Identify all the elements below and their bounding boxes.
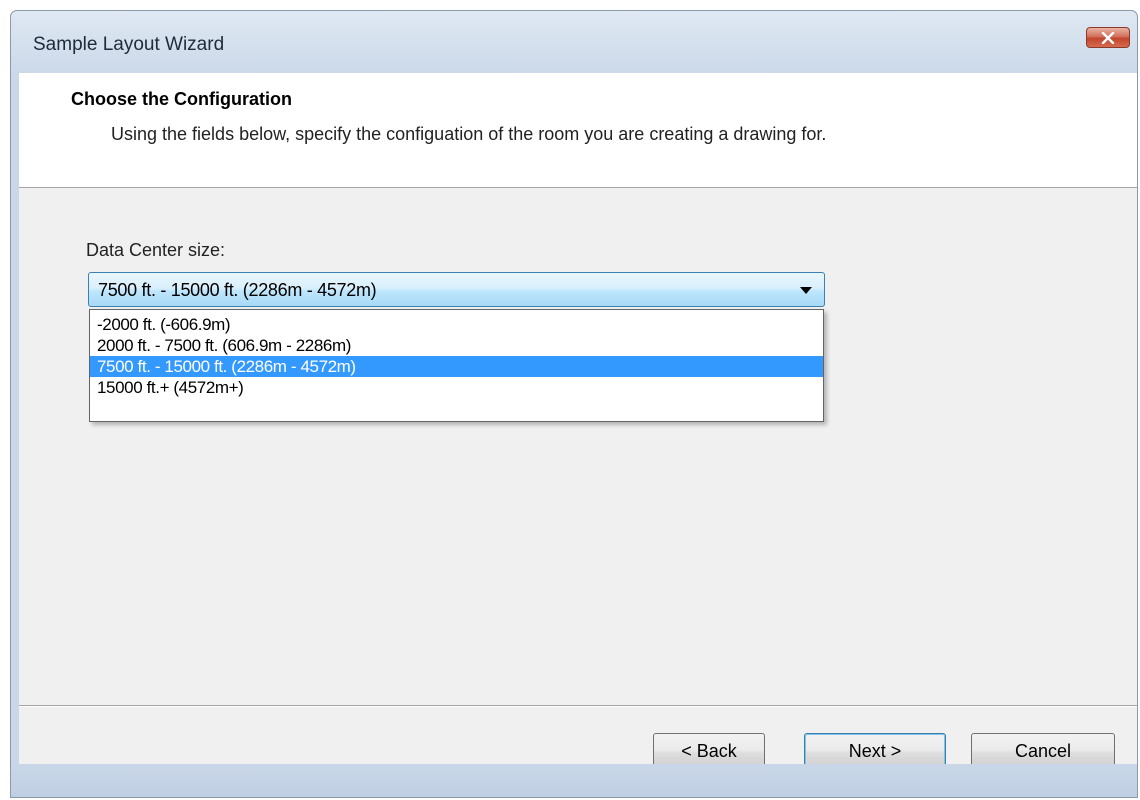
page-description: Using the fields below, specify the conf…	[111, 124, 827, 144]
window-title: Sample Layout Wizard	[33, 34, 225, 55]
data-center-size-label: Data Center size:	[86, 240, 226, 260]
select-value: 7500 ft. - 15000 ft. (2286m - 4572m)	[98, 280, 377, 300]
window-frame-bottom	[11, 764, 1137, 797]
dropdown-option[interactable]: -2000 ft. (-606.9m)	[90, 314, 823, 335]
dropdown-option[interactable]: 15000 ft.+ (4572m+)	[90, 377, 823, 398]
footer-divider	[19, 705, 1137, 706]
wizard-window: Sample Layout Wizard Choose the Configur…	[10, 10, 1138, 798]
dropdown-list: -2000 ft. (-606.9m) 2000 ft. - 7500 ft. …	[89, 309, 824, 422]
data-center-size-select[interactable]: 7500 ft. - 15000 ft. (2286m - 4572m)	[88, 272, 825, 307]
title-bar[interactable]: Sample Layout Wizard	[11, 11, 1137, 73]
chevron-down-icon[interactable]	[800, 287, 812, 294]
page-title: Choose the Configuration	[71, 89, 292, 109]
close-icon	[1101, 31, 1115, 44]
wizard-footer: < Back Next > Cancel	[19, 707, 1137, 770]
wizard-header: Choose the Configuration Using the field…	[19, 73, 1137, 187]
wizard-body: Data Center size: 7500 ft. - 15000 ft. (…	[19, 188, 1137, 764]
dropdown-option[interactable]: 2000 ft. - 7500 ft. (606.9m - 2286m)	[90, 335, 823, 356]
close-button[interactable]	[1086, 27, 1130, 48]
dropdown-option-selected[interactable]: 7500 ft. - 15000 ft. (2286m - 4572m)	[90, 356, 823, 377]
